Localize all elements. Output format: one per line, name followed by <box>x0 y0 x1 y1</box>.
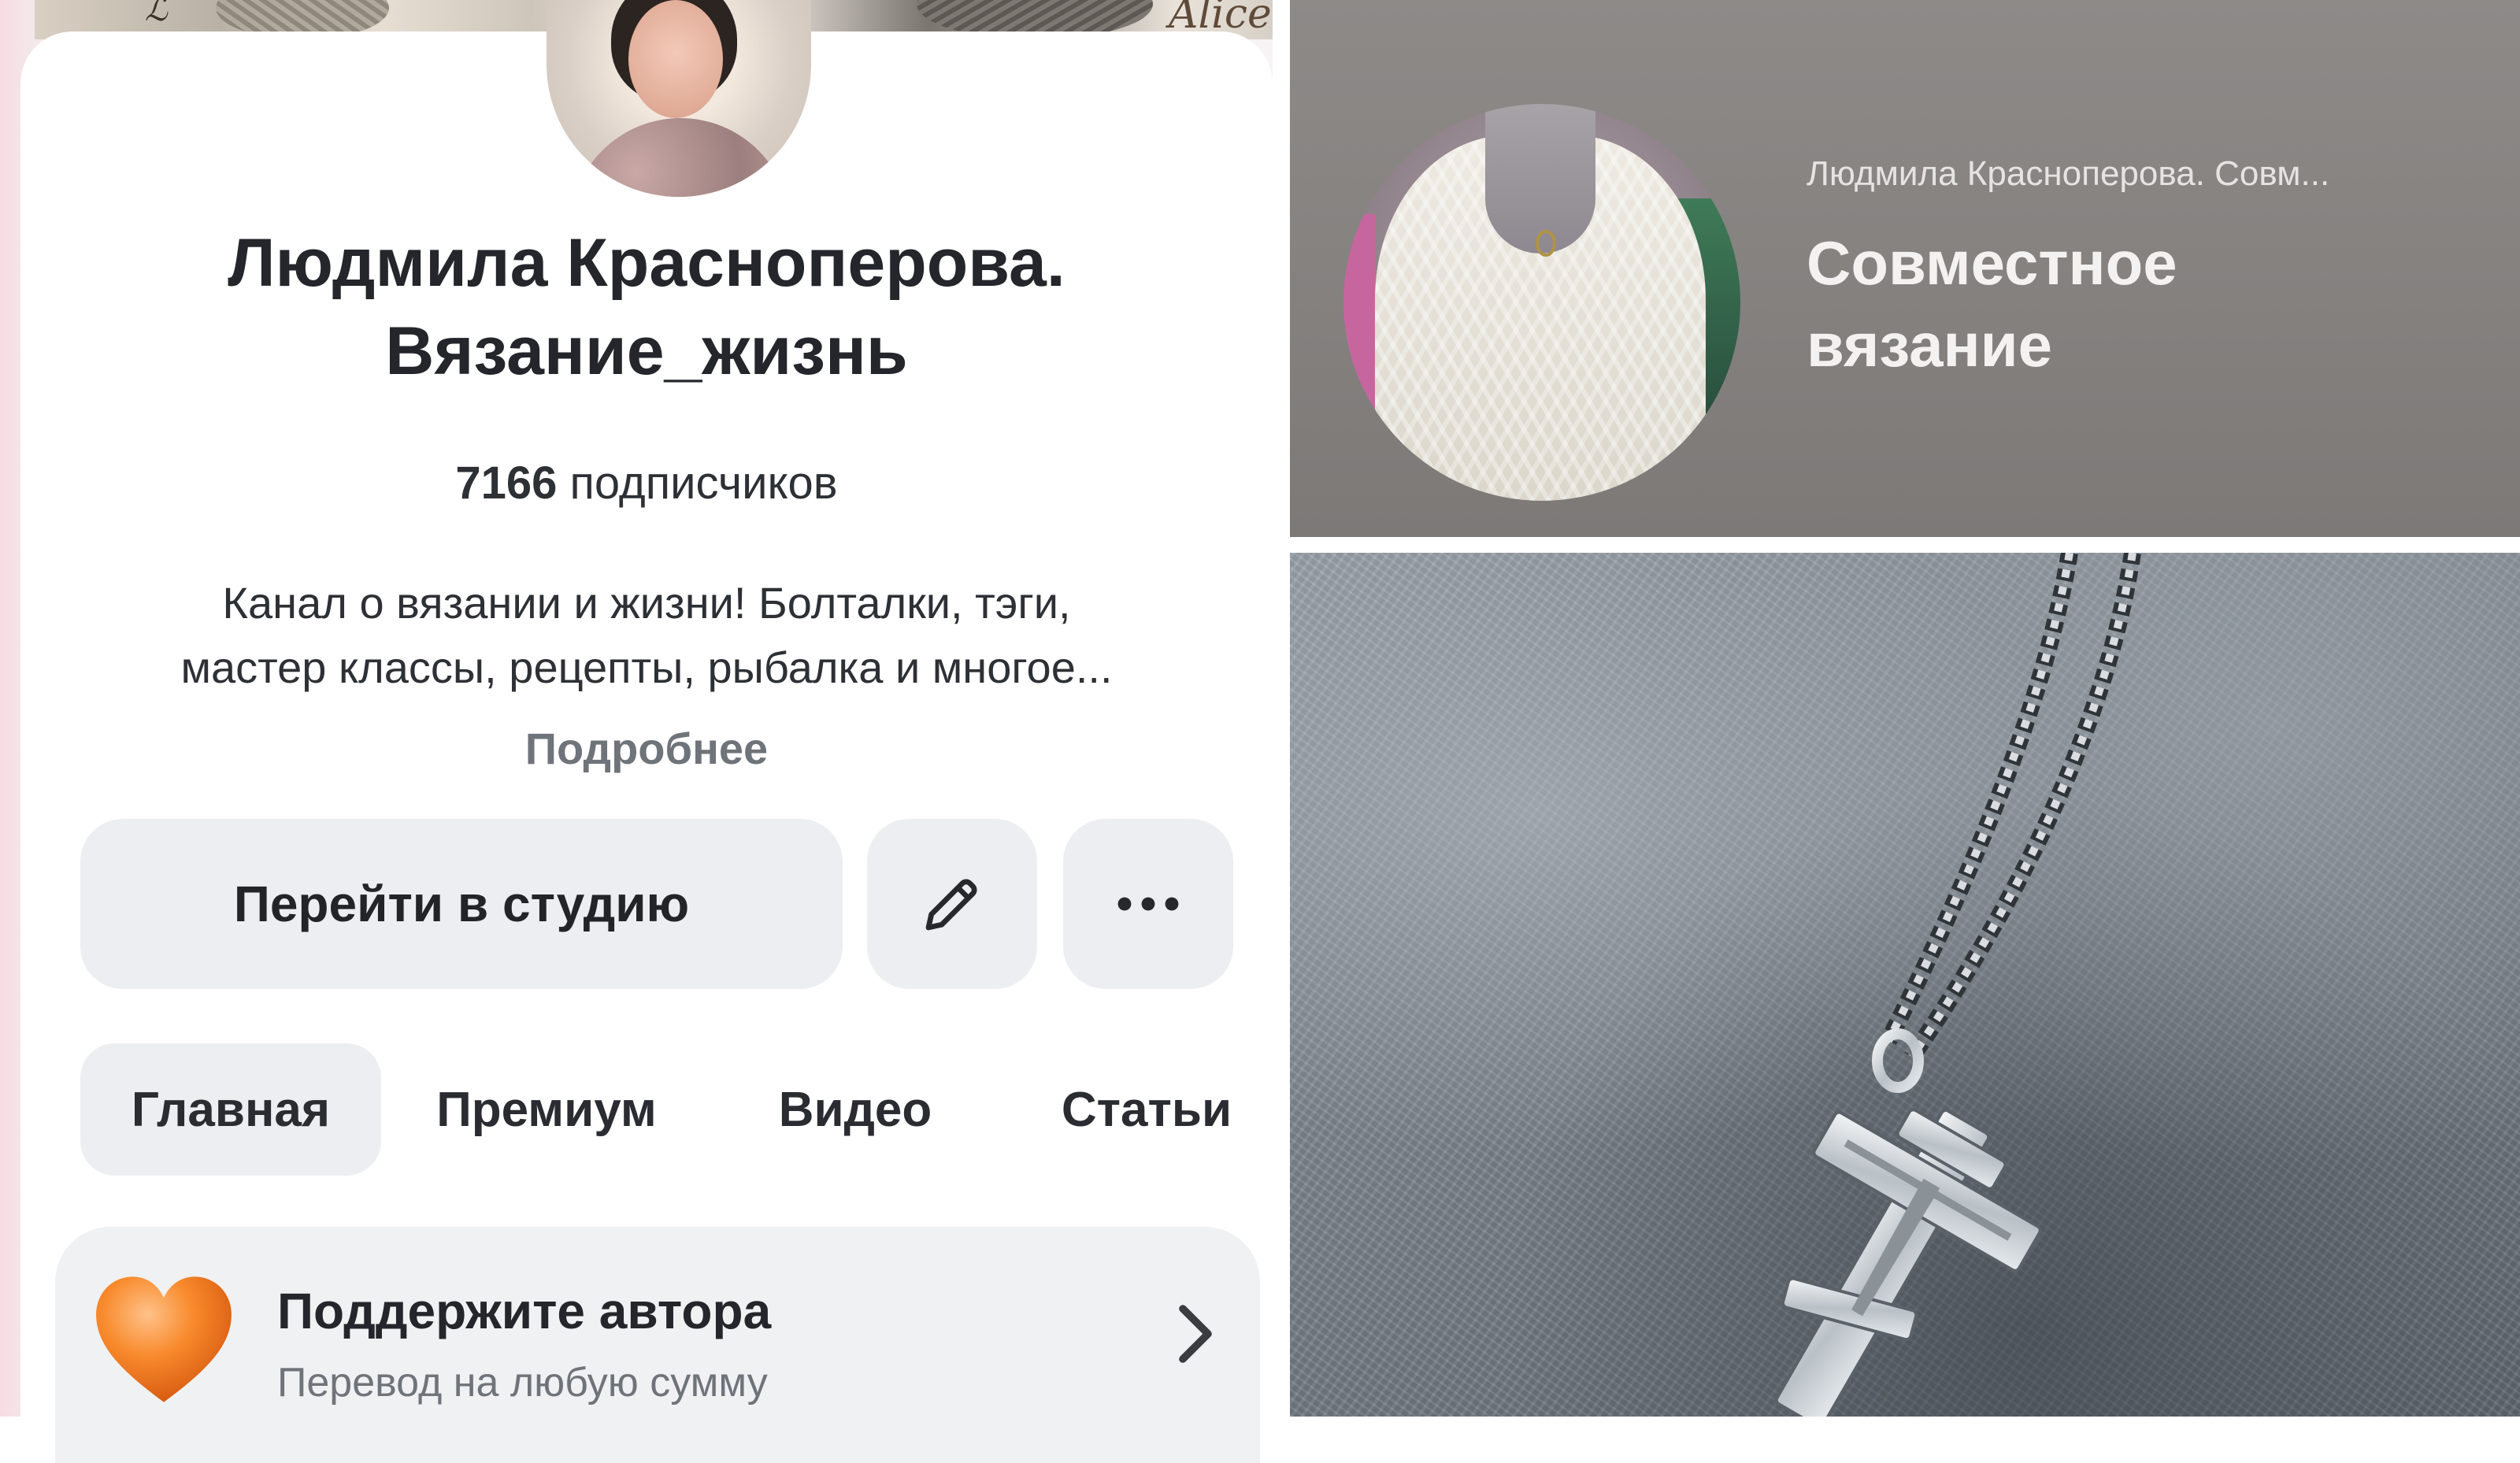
collage-divider <box>1273 0 1290 1417</box>
video-title-line1: Совместное <box>1807 228 2177 298</box>
tab-articles[interactable]: Статьи <box>1028 1043 1265 1176</box>
edit-button[interactable] <box>867 819 1037 989</box>
video-title: Совместное вязание <box>1807 222 2177 386</box>
go-to-studio-button[interactable]: Перейти в студию <box>80 819 843 989</box>
tab-video[interactable]: Видео <box>753 1043 958 1176</box>
avatar-face <box>628 0 723 118</box>
support-title: Поддержите автора <box>277 1283 772 1339</box>
channel-name-line1: Людмила Красноперова. <box>228 225 1065 301</box>
cross-pendant-image <box>1774 553 2141 1417</box>
support-subtitle: Перевод на любую сумму <box>277 1360 768 1406</box>
tab-main[interactable]: Главная <box>80 1043 381 1176</box>
description-line2: мастер классы, рецепты, рыбалка и многое… <box>180 643 1113 692</box>
thumbnail-background <box>1343 214 1375 419</box>
channel-name: Людмила Красноперова. Вязание_жизнь <box>20 219 1273 395</box>
avatar[interactable] <box>547 0 811 197</box>
cross-shape <box>1774 1108 2042 1417</box>
cross-pendant-photo <box>1290 553 2520 1417</box>
subscriber-number: 7166 <box>455 457 558 509</box>
more-link[interactable]: Подробнее <box>20 723 1273 774</box>
support-author-banner[interactable]: Поддержите автора Перевод на любую сумму <box>55 1227 1260 1463</box>
subscriber-count: 7166 подписчиков <box>20 457 1273 509</box>
collage-divider <box>1290 537 2520 553</box>
video-channel-name: Людмила Красноперова. Совм... <box>1807 154 2330 193</box>
tab-premium[interactable]: Премиум <box>413 1043 680 1176</box>
cover-logo-mark: ℒ <box>145 0 168 28</box>
video-title-line2: вязание <box>1807 310 2052 380</box>
more-options-button[interactable] <box>1063 819 1233 989</box>
video-card[interactable]: Людмила Красноперова. Совм... Совместное… <box>1290 0 2520 537</box>
pendant-image <box>1536 230 1556 257</box>
profile-card: Людмила Красноперова. Вязание_жизнь 7166… <box>20 0 1273 1463</box>
video-thumbnail <box>1343 104 1740 501</box>
pencil-icon <box>925 879 977 931</box>
heart-icon <box>96 1276 232 1402</box>
chevron-right-icon <box>1179 1305 1212 1363</box>
description-line1: Канал о вязании и жизни! Болталки, тэги, <box>222 578 1071 628</box>
channel-description: Канал о вязании и жизни! Болталки, тэги,… <box>76 571 1217 700</box>
more-dots-icon <box>1117 897 1179 911</box>
channel-name-line2: Вязание_жизнь <box>385 313 908 389</box>
avatar-body <box>570 118 791 197</box>
subscriber-label: подписчиков <box>569 457 838 509</box>
